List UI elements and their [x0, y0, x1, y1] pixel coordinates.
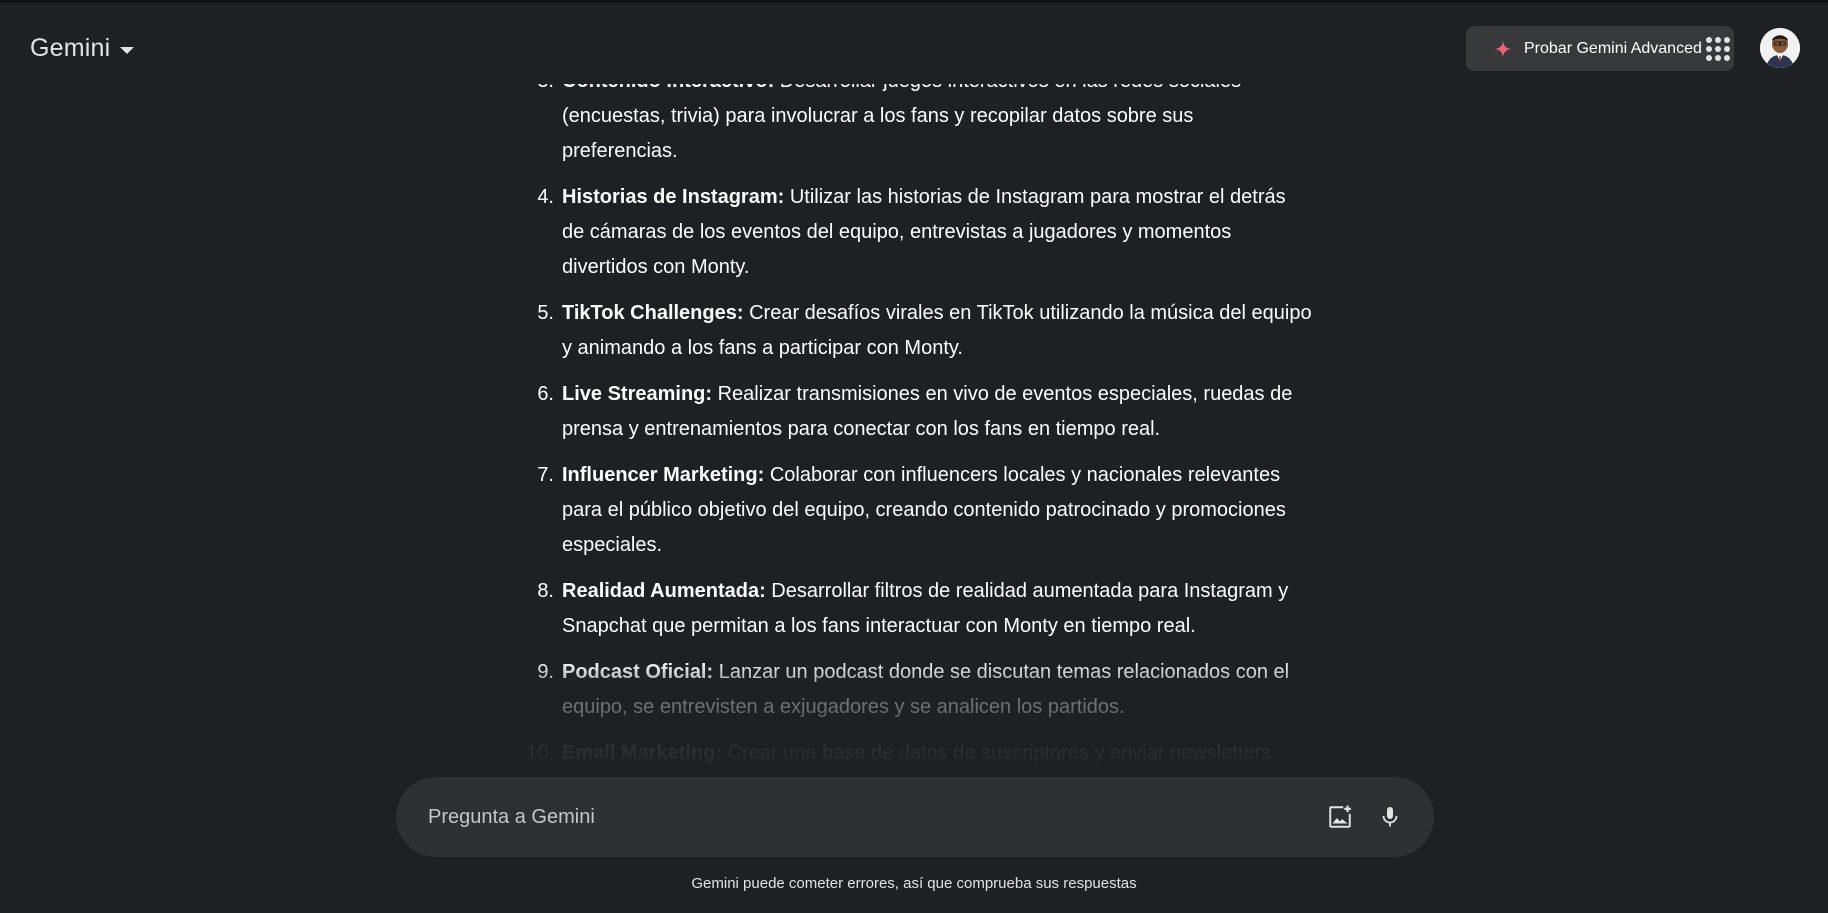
list-item-title: Influencer Marketing:: [562, 464, 765, 486]
top-edge: [0, 0, 1828, 3]
list-item-text: Live Streaming: Realizar transmisiones e…: [562, 377, 1312, 447]
list-item-body: Desarrollar juegos interactivos en las r…: [562, 84, 1241, 162]
list-item-text: Email Marketing: Crear una base de datos…: [562, 736, 1312, 771]
gemini-chat-page: Gemini Probar Gemini Advanced 3.Contenid…: [0, 0, 1828, 913]
list-item-title: Email Marketing:: [562, 742, 723, 764]
disclaimer-text: Gemini puede cometer errores, así que co…: [691, 875, 1137, 892]
list-item-number: 4.: [537, 186, 554, 208]
list-item: 4. Historias de Instagram: Utilizar las h…: [520, 180, 1320, 285]
avatar[interactable]: [1760, 28, 1800, 68]
list-item: 10. Email Marketing: Crear una base de da…: [520, 736, 1320, 771]
prompt-input[interactable]: [428, 805, 1326, 829]
list-item-text: Contenido Interactivo: Desarrollar juego…: [562, 84, 1312, 169]
microphone-icon[interactable]: [1376, 803, 1404, 831]
try-advanced-button[interactable]: Probar Gemini Advanced: [1466, 26, 1734, 71]
list-item-body: Crear una base de datos de suscriptores …: [722, 742, 1272, 764]
list-item: 3.Contenido Interactivo: Desarrollar jue…: [520, 84, 1320, 169]
list-item-number: 9.: [537, 661, 554, 683]
apps-grid-icon[interactable]: [1706, 37, 1730, 61]
list-item-text: TikTok Challenges: Crear desafíos virale…: [562, 296, 1312, 366]
list-item: 7. Influencer Marketing: Colaborar con in…: [520, 458, 1320, 563]
list-item-title: Contenido Interactivo:: [562, 84, 774, 92]
brand-name: Gemini: [30, 34, 111, 62]
list-item-title: Live Streaming:: [562, 383, 713, 405]
list-item-title: Podcast Oficial:: [562, 661, 714, 683]
list-item: 8. Realidad Aumentada: Desarrollar filtro…: [520, 574, 1320, 644]
list-item: 6. Live Streaming: Realizar transmisiones…: [520, 377, 1320, 447]
list-item-number: 10.: [526, 742, 554, 764]
list-item-number: 7.: [537, 464, 554, 486]
list-item-number: 5.: [537, 302, 554, 324]
prompt-box: [396, 777, 1434, 857]
list-item-number: 8.: [537, 580, 554, 602]
list-item: 5. TikTok Challenges: Crear desafíos vira…: [520, 296, 1320, 366]
list-item-number: 3.: [520, 84, 562, 169]
list-item: 9. Podcast Oficial: Lanzar un podcast don…: [520, 655, 1320, 725]
list-item-title: Historias de Instagram:: [562, 186, 785, 208]
list-item-text: Podcast Oficial: Lanzar un podcast donde…: [562, 655, 1312, 725]
add-image-icon[interactable]: [1326, 803, 1354, 831]
list-item-title: Realidad Aumentada:: [562, 580, 766, 602]
list-item-number: 6.: [537, 383, 554, 405]
sparkle-icon: [1494, 40, 1512, 57]
list-item-text: Realidad Aumentada: Desarrollar filtros …: [562, 574, 1312, 644]
list-item-title: TikTok Challenges:: [562, 302, 744, 324]
response-content: 3.Contenido Interactivo: Desarrollar jue…: [520, 84, 1320, 776]
chevron-down-icon: [120, 46, 135, 54]
list-item-text: Influencer Marketing: Colaborar con infl…: [562, 458, 1312, 563]
try-advanced-label: Probar Gemini Advanced: [1524, 39, 1702, 57]
list-item-text: Historias de Instagram: Utilizar las his…: [562, 180, 1312, 285]
response-list: 3.Contenido Interactivo: Desarrollar jue…: [520, 84, 1320, 771]
model-switcher[interactable]: Gemini: [30, 34, 135, 63]
